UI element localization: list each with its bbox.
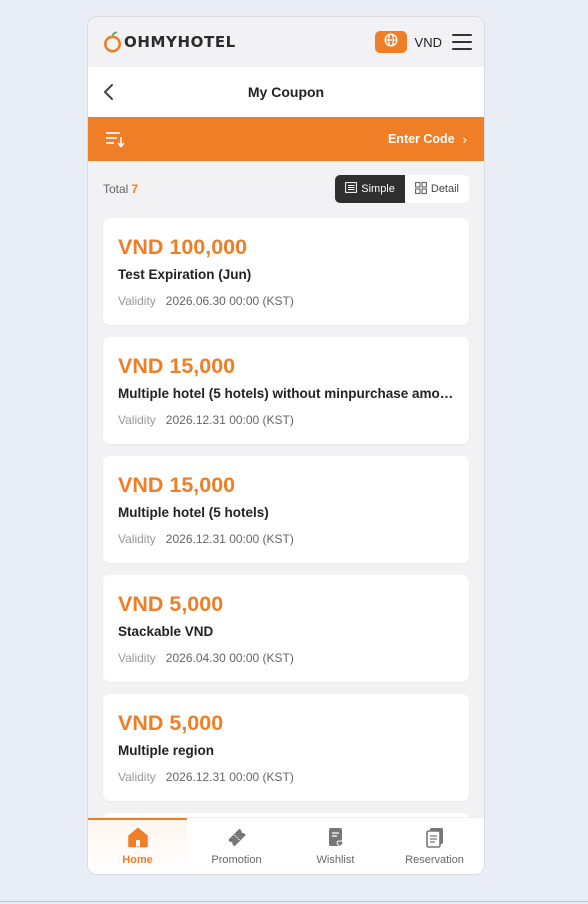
coupon-name: Test Expiration (Jun) — [118, 267, 252, 282]
enter-code-button[interactable]: Enter Code › — [388, 132, 467, 147]
validity-date: 2026.04.30 00:00 (KST) — [165, 651, 294, 665]
enter-code-label: Enter Code — [387, 132, 455, 146]
tab-wishlist[interactable]: Wishlist — [286, 818, 385, 874]
coupon-amount: VND 5,000 — [118, 711, 224, 735]
mobile-frame: OHMYHOTEL VND My Coupon Enter Code › Tot… — [87, 16, 485, 875]
view-detail-button[interactable]: Detail — [405, 175, 469, 203]
currency-selector[interactable]: VND — [415, 35, 442, 50]
validity-label: Validity — [118, 294, 156, 308]
wishlist-icon — [325, 827, 347, 854]
home-icon — [127, 827, 149, 854]
logo[interactable]: OHMYHOTEL — [103, 31, 236, 53]
coupon-list: VND 100,000 Test Expiration (Jun) Validi… — [103, 218, 469, 874]
validity-label: Validity — [118, 651, 156, 665]
coupon-name: Multiple region — [118, 743, 214, 758]
reservation-icon — [424, 827, 446, 854]
coupon-card[interactable]: VND 5,000 Multiple region Validity 2026.1… — [103, 694, 469, 801]
chevron-right-icon: › — [462, 131, 467, 147]
language-button[interactable] — [374, 31, 407, 53]
view-simple-button[interactable]: Simple — [335, 175, 405, 203]
coupon-name: Multiple hotel (5 hotels) without minpur… — [118, 386, 454, 401]
coupon-amount: VND 5,000 — [118, 592, 224, 616]
coupon-amount: VND 15,000 — [118, 473, 236, 497]
view-toggle: Simple Detail — [335, 175, 469, 203]
sort-icon[interactable] — [105, 130, 125, 148]
tab-promotion-label: Promotion — [211, 854, 262, 866]
coupon-card[interactable]: VND 100,000 Test Expiration (Jun) Validi… — [103, 218, 469, 325]
coupon-summary-bar: Total 7 Simple Detail — [88, 161, 484, 217]
tab-home[interactable]: Home — [88, 818, 187, 874]
validity-date: 2026.06.30 00:00 (KST) — [165, 294, 294, 308]
ticket-icon — [226, 827, 248, 854]
coupon-card[interactable]: VND 15,000 Multiple hotel (5 hotels) Val… — [103, 456, 469, 563]
page-title: My Coupon — [247, 84, 325, 100]
orange-logo-icon — [103, 31, 122, 53]
logo-text: OHMYHOTEL — [124, 33, 236, 51]
tab-reservation-label: Reservation — [405, 854, 464, 866]
validity-label: Validity — [118, 532, 156, 546]
coupon-action-bar: Enter Code › — [88, 117, 484, 161]
coupon-name: Stackable VND — [118, 624, 214, 639]
top-bar: OHMYHOTEL VND — [88, 17, 484, 67]
globe-icon — [384, 32, 398, 52]
view-detail-label: Detail — [430, 183, 459, 195]
tab-promotion[interactable]: Promotion — [187, 818, 286, 874]
hamburger-menu-icon[interactable] — [452, 34, 472, 50]
tab-home-label: Home — [122, 854, 153, 866]
tab-wishlist-label: Wishlist — [316, 854, 355, 866]
validity-label: Validity — [118, 770, 156, 784]
grid-view-icon — [414, 181, 431, 197]
coupon-card[interactable]: VND 15,000 Multiple hotel (5 hotels) wit… — [103, 337, 469, 444]
coupon-name: Multiple hotel (5 hotels) — [118, 505, 269, 520]
list-view-icon — [345, 182, 361, 196]
coupon-card[interactable]: VND 5,000 Stackable VND Validity 2026.04.… — [103, 575, 469, 682]
coupon-amount: VND 100,000 — [118, 235, 248, 259]
bottom-tab-bar: Home Promotion Wishlist Reservation — [88, 817, 484, 874]
back-arrow-icon[interactable] — [102, 83, 118, 101]
validity-date: 2026.12.31 00:00 (KST) — [165, 770, 294, 784]
coupon-amount: VND 15,000 — [118, 354, 236, 378]
view-simple-label: Simple — [361, 183, 395, 195]
page-divider — [0, 901, 588, 902]
total-label: Total — [103, 182, 129, 196]
validity-label: Validity — [118, 413, 156, 427]
total-count: 7 — [131, 182, 139, 196]
validity-date: 2026.12.31 00:00 (KST) — [165, 413, 294, 427]
validity-date: 2026.12.31 00:00 (KST) — [165, 532, 294, 546]
page-header: My Coupon — [88, 67, 484, 117]
tab-reservation[interactable]: Reservation — [385, 818, 484, 874]
